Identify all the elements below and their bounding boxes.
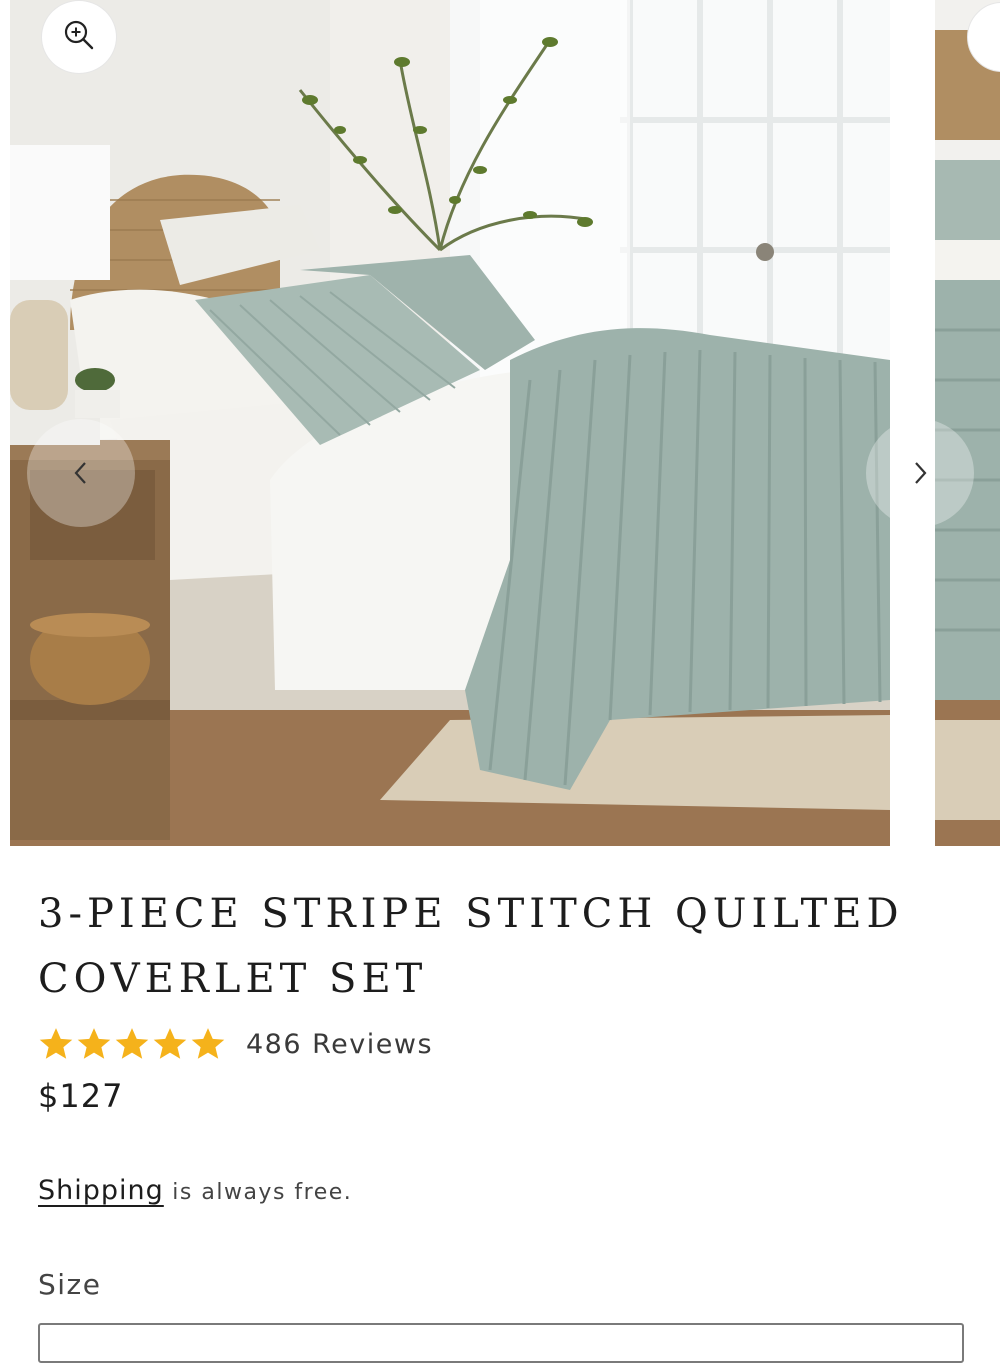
product-image[interactable] <box>10 0 890 846</box>
shipping-info: Shipping is always free. <box>38 1175 352 1206</box>
zoom-in-icon <box>63 19 95 55</box>
star-icon <box>39 1028 73 1059</box>
size-label: Size <box>38 1268 102 1301</box>
product-price: $127 <box>38 1077 124 1115</box>
reviews-link[interactable]: 486 Reviews <box>246 1029 433 1060</box>
product-title: 3-Piece Stripe Stitch Quilted Coverlet S… <box>38 891 904 1002</box>
chevron-left-icon <box>72 460 90 486</box>
star-icon <box>191 1028 225 1059</box>
product-image-gallery <box>0 0 1000 846</box>
shipping-text: is always free. <box>163 1180 353 1205</box>
size-select[interactable] <box>38 1323 964 1363</box>
bedroom-photo-preview <box>935 0 1000 846</box>
previous-image-button[interactable] <box>27 419 135 527</box>
shipping-link[interactable]: Shipping <box>38 1175 164 1206</box>
star-rating <box>38 1027 226 1061</box>
star-icon <box>115 1028 149 1059</box>
star-icon <box>77 1028 111 1059</box>
product-rating: 486 Reviews <box>38 1024 433 1064</box>
zoom-button[interactable] <box>41 0 117 74</box>
next-image-button[interactable] <box>866 419 974 527</box>
chevron-right-icon <box>911 460 929 486</box>
bedroom-photo <box>10 0 890 846</box>
next-product-image-preview[interactable] <box>935 0 1000 846</box>
star-icon <box>153 1028 187 1059</box>
